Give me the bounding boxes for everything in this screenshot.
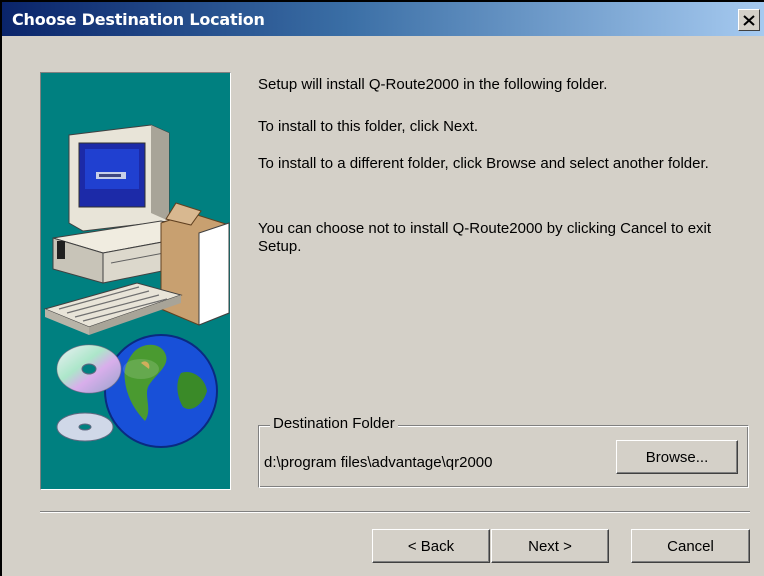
title-bar[interactable]: Choose Destination Location	[2, 2, 764, 36]
browse-button[interactable]: Browse...	[616, 440, 738, 474]
back-button[interactable]: < Back	[372, 529, 490, 563]
monitor-icon	[68, 124, 170, 232]
setup-dialog: Choose Destination Location Setup will i…	[0, 0, 764, 576]
computer-cd-globe-icon	[43, 124, 230, 448]
click-next-text: To install to this folder, click Next.	[258, 118, 479, 135]
separator	[40, 511, 750, 513]
globe-icon	[104, 334, 218, 448]
install-location-text: Setup will install Q-Route2000 in the fo…	[258, 76, 608, 93]
window-title: Choose Destination Location	[12, 9, 265, 29]
next-button[interactable]: Next >	[491, 529, 609, 563]
cancel-instruction-text: You can choose not to install Q-Route200…	[258, 220, 712, 255]
setup-illustration	[40, 72, 231, 490]
close-button[interactable]	[738, 9, 760, 31]
destination-folder-legend: Destination Folder	[270, 415, 398, 432]
software-box-icon	[160, 202, 230, 326]
browse-instruction-text: To install to a different folder, click …	[258, 155, 709, 172]
close-icon	[743, 14, 755, 26]
keyboard-icon	[43, 282, 183, 335]
destination-path: d:\program files\advantage\qr2000	[264, 454, 493, 471]
cancel-button[interactable]: Cancel	[631, 529, 750, 563]
